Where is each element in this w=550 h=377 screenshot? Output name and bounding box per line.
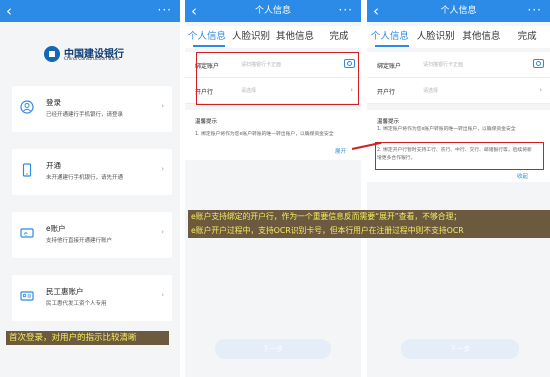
chevron-right-icon: › (539, 86, 542, 94)
e-account-card[interactable]: e e账户 支持他行直接开通建行账户 › (12, 212, 172, 258)
personal-info-screen-expanded: ‹ 个人信息 ··· 个人信息 人脸识别 其他信息 完成 绑定账户 请扫描银行卡… (367, 0, 550, 377)
top-bar: ‹ ··· (0, 0, 180, 22)
card-subtitle: 支持他行直接开通建行账户 (46, 238, 113, 244)
camera-icon[interactable] (533, 59, 544, 68)
annotation-highlight-box (375, 142, 544, 170)
tab-other-info[interactable]: 其他信息 (459, 26, 505, 48)
open-card[interactable]: 开通 未开通建行手机银行，请先开通 › (12, 149, 172, 195)
next-step-button[interactable]: 下一步 (401, 339, 519, 359)
collapse-link[interactable]: 收起 (517, 172, 528, 180)
page-title: 个人信息 (254, 6, 291, 16)
top-bar: ‹ 个人信息 ··· (367, 0, 550, 22)
page-title: 个人信息 (440, 6, 477, 16)
active-tab-indicator (375, 45, 409, 47)
tab-face-recognition[interactable]: 人脸识别 (229, 26, 273, 48)
login-screen: ‹ ··· 中国建设银行 China Construction Bank 登录 … (0, 0, 180, 377)
bind-account-row[interactable]: 绑定账户 请扫描银行卡正面 (367, 52, 550, 78)
card-title: e账户 (46, 224, 66, 233)
login-card[interactable]: 登录 已经开通建行手机银行，请登录 › (12, 86, 172, 132)
caption-line-1: e账户支持绑定的开户行，作为一个重要信息反而需要“展开”查看，不够合理； (191, 212, 462, 221)
chevron-right-icon: › (161, 102, 164, 110)
card-icon: e (20, 226, 34, 240)
card-subtitle: 已经开通建行手机银行，请登录 (46, 112, 124, 118)
tips-text-1: 1. 绑定账户将作为您e账户转账的唯一转出账户，以确保资金安全 (377, 127, 516, 132)
chevron-right-icon: › (161, 291, 164, 299)
tab-complete[interactable]: 完成 (504, 26, 550, 48)
tab-face-recognition[interactable]: 人脸识别 (413, 26, 459, 48)
svg-text:e: e (24, 231, 28, 238)
annotation-highlight-ocr (196, 52, 359, 105)
migrant-worker-account-card[interactable]: 民工惠账户 民工惠代发工资个人专用 › (12, 275, 172, 321)
card-subtitle: 民工惠代发工资个人专用 (46, 301, 107, 307)
tips-title: 温馨提示 (195, 119, 218, 125)
annotation-caption-login: 首次登录，对用户的指示比较清晰 (6, 331, 169, 345)
open-bank-select[interactable]: 请选择 (423, 87, 438, 94)
bind-account-label: 绑定账户 (377, 63, 402, 70)
user-icon (20, 100, 34, 114)
card-title: 民工惠账户 (46, 287, 84, 296)
tips-text: 1. 绑定账户将作为您e账户转账的唯一转出账户，以确保资金安全 (195, 132, 334, 137)
active-tab-indicator (193, 45, 225, 47)
tab-other-info[interactable]: 其他信息 (273, 26, 317, 48)
more-icon[interactable]: ··· (339, 0, 353, 20)
bind-account-input[interactable]: 请扫描银行卡正面 (423, 61, 463, 68)
annotation-caption-eaccount: e账户支持绑定的开户行，作为一个重要信息反而需要“展开”查看，不够合理； e账户… (188, 210, 550, 238)
open-bank-row[interactable]: 开户行 请选择 › (367, 78, 550, 104)
card-title: 登录 (46, 98, 61, 107)
tips-title: 温馨提示 (377, 119, 400, 125)
open-bank-label: 开户行 (377, 89, 396, 96)
chevron-right-icon: › (161, 165, 164, 173)
phone-icon (20, 163, 34, 177)
more-icon[interactable]: ··· (528, 0, 542, 20)
logo-en-text: China Construction Bank (64, 57, 120, 62)
top-bar: ‹ 个人信息 ··· (185, 0, 361, 22)
back-icon[interactable]: ‹ (6, 1, 12, 21)
card-subtitle: 未开通建行手机银行，请先开通 (46, 175, 124, 181)
more-icon[interactable]: ··· (158, 0, 172, 20)
chevron-right-icon: › (161, 228, 164, 236)
caption-line-2: e账户开户过程中，支持OCR识别卡号，但本行用户在注册过程中则不支持OCR (191, 226, 464, 235)
expand-link[interactable]: 展开 (335, 147, 346, 155)
bank-logo: 中国建设银行 China Construction Bank (44, 44, 154, 66)
tab-complete[interactable]: 完成 (317, 26, 361, 48)
id-card-icon (20, 289, 34, 303)
card-title: 开通 (46, 161, 61, 170)
ccb-logo-icon (44, 46, 60, 62)
next-step-button[interactable]: 下一步 (215, 339, 331, 359)
